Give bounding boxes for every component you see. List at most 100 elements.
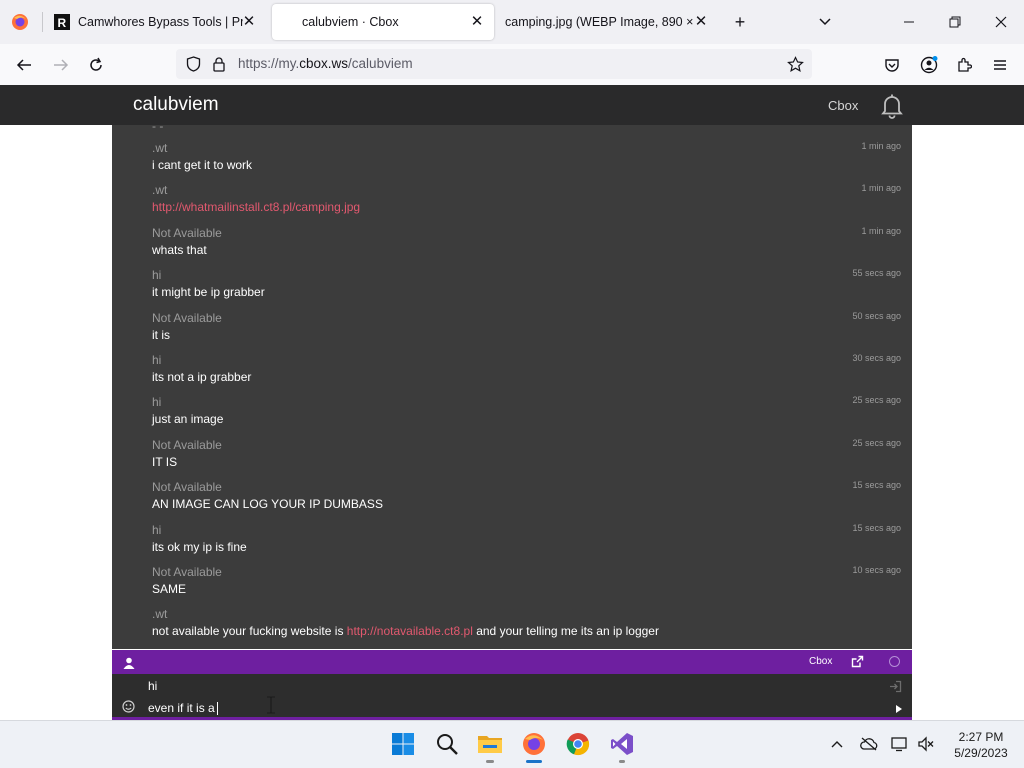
cbox-header-link[interactable]: Cbox <box>828 98 858 113</box>
restore-icon[interactable] <box>945 12 965 32</box>
tab-camwhores[interactable]: R Camwhores Bypass Tools | Priva ✕ <box>48 4 266 40</box>
tab-title: calubviem · Cbox <box>302 15 399 29</box>
list-tabs-icon[interactable] <box>815 12 835 32</box>
lock-icon[interactable] <box>208 53 230 75</box>
message-text: its ok my ip is fine <box>152 540 247 554</box>
message-author[interactable]: .wt <box>152 183 902 197</box>
account-icon[interactable] <box>918 54 940 76</box>
bell-icon[interactable] <box>880 93 904 119</box>
message-author[interactable]: Not Available <box>152 226 902 240</box>
url-text[interactable]: https://my.cbox.ws/calubviem <box>238 56 413 71</box>
windows-start-icon[interactable] <box>390 731 416 757</box>
firefox-menu-icon[interactable] <box>9 11 31 33</box>
system-clock[interactable]: 2:27 PM 5/29/2023 <box>945 729 1017 761</box>
status-circle-icon[interactable] <box>889 656 900 667</box>
message-text: AN IMAGE CAN LOG YOUR IP DUMBASS <box>152 497 383 511</box>
message-time: 50 secs ago <box>852 311 901 321</box>
svg-text:R: R <box>58 16 67 30</box>
text-caret <box>216 702 218 716</box>
chat-message: hi it might be ip grabber 55 secs ago <box>152 268 902 299</box>
volume-muted-icon[interactable] <box>917 735 935 753</box>
smiley-icon[interactable] <box>122 700 135 713</box>
message-author[interactable]: Not Available <box>152 311 902 325</box>
message-link[interactable]: http://notavailable.ct8.pl <box>347 624 473 638</box>
tab-calubviem[interactable]: calubviem · Cbox ✕ <box>272 4 494 40</box>
message-text: its not a ip grabber <box>152 370 252 384</box>
tab-strip: R Camwhores Bypass Tools | Priva ✕ calub… <box>0 0 1024 44</box>
message-time: 25 secs ago <box>852 395 901 405</box>
minimize-icon[interactable] <box>899 12 919 32</box>
clock-time: 2:27 PM <box>958 730 1004 744</box>
external-link-icon[interactable] <box>851 655 864 668</box>
close-tab-icon[interactable]: ✕ <box>692 13 710 31</box>
message-author[interactable]: hi <box>152 523 902 537</box>
login-icon[interactable] <box>889 680 902 693</box>
message-text: i cant get it to work <box>152 158 253 172</box>
message-author[interactable]: hi <box>152 268 902 282</box>
chat-message: Not Available IT IS 25 secs ago <box>152 438 902 469</box>
message-author[interactable]: .wt <box>152 141 902 155</box>
chevron-up-icon[interactable] <box>828 735 846 753</box>
message-time: 1 min ago <box>861 141 901 151</box>
message-author[interactable]: hi <box>152 395 902 409</box>
name-field[interactable]: hi <box>148 679 157 693</box>
new-tab-icon[interactable]: + <box>730 12 750 32</box>
message-author[interactable]: Not Available <box>152 565 902 579</box>
message-author[interactable]: hi <box>152 353 902 367</box>
tab-camping-image[interactable]: camping.jpg (WEBP Image, 890 × 9 ✕ <box>500 4 718 40</box>
cloud-offline-icon[interactable] <box>860 735 878 753</box>
message-text: whats that <box>152 243 207 257</box>
chat-message: hi its ok my ip is fine 15 secs ago <box>152 523 902 554</box>
tab-title: Camwhores Bypass Tools | Priva <box>78 15 243 29</box>
page-title: calubviem <box>133 94 219 115</box>
message-time: 15 secs ago <box>852 480 901 490</box>
pocket-icon[interactable] <box>881 54 903 76</box>
message-text: IT IS <box>152 455 178 469</box>
scrolled-text-fragment: - - <box>152 125 164 133</box>
cbox-toolbar: Cbox <box>112 650 912 674</box>
user-icon[interactable] <box>123 656 135 669</box>
message-text: not available your fucking website is ht… <box>152 624 659 638</box>
message-time: 15 secs ago <box>852 523 901 533</box>
search-icon[interactable] <box>434 731 460 757</box>
chat-message: hi its not a ip grabber 30 secs ago <box>152 353 902 384</box>
back-icon[interactable] <box>13 54 35 76</box>
bookmark-star-icon[interactable] <box>784 53 806 75</box>
tracking-shield-icon[interactable] <box>182 53 204 75</box>
address-bar[interactable]: https://my.cbox.ws/calubviem <box>176 49 812 79</box>
message-author[interactable]: Not Available <box>152 480 902 494</box>
visual-studio-icon[interactable] <box>609 731 635 757</box>
cbox-button[interactable]: Cbox <box>809 656 832 667</box>
message-time: 10 secs ago <box>852 565 901 575</box>
taskbar: 2:27 PM 5/29/2023 <box>0 720 1024 768</box>
message-author[interactable]: .wt <box>152 607 902 621</box>
message-time: 25 secs ago <box>852 438 901 448</box>
chat-message: Not Available it is 50 secs ago <box>152 311 902 342</box>
extensions-icon[interactable] <box>953 54 975 76</box>
forward-icon[interactable] <box>50 54 72 76</box>
chrome-icon[interactable] <box>565 731 591 757</box>
chat-message: Not Available AN IMAGE CAN LOG YOUR IP D… <box>152 480 902 511</box>
clock-date: 5/29/2023 <box>954 746 1008 760</box>
message-link[interactable]: http://whatmailinstall.ct8.pl/camping.jp… <box>152 200 360 214</box>
monitor-icon[interactable] <box>891 735 909 753</box>
message-text: it might be ip grabber <box>152 285 265 299</box>
chat-message: Not Available SAME 10 secs ago <box>152 565 902 596</box>
message-author[interactable]: Not Available <box>152 438 902 452</box>
message-text: just an image <box>152 412 224 426</box>
chat-message: .wt not available your fucking website i… <box>152 607 902 638</box>
chat-message-list[interactable]: - - .wt i cant get it to work 1 min ago … <box>112 125 912 649</box>
close-tab-icon[interactable]: ✕ <box>468 13 486 31</box>
close-tab-icon[interactable]: ✕ <box>240 13 258 31</box>
page-header: calubviem Cbox <box>0 85 1024 125</box>
reload-icon[interactable] <box>85 54 107 76</box>
file-explorer-icon[interactable] <box>477 731 503 757</box>
send-arrow-icon[interactable] <box>895 701 903 713</box>
message-field[interactable]: even if it is a <box>148 701 218 716</box>
chat-message: Not Available whats that 1 min ago <box>152 226 902 257</box>
close-window-icon[interactable] <box>991 12 1011 32</box>
firefox-icon[interactable] <box>521 731 547 757</box>
message-text: it is <box>152 328 170 342</box>
hamburger-menu-icon[interactable] <box>989 54 1011 76</box>
navigation-bar: https://my.cbox.ws/calubviem <box>0 44 1024 86</box>
